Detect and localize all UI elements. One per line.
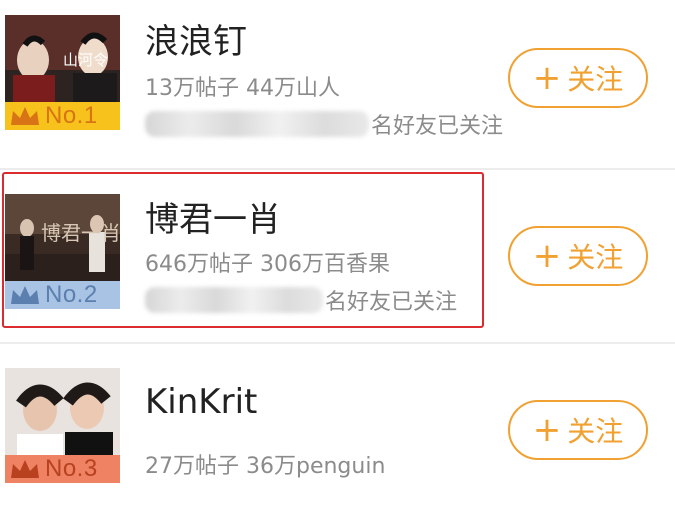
topic-thumbnail[interactable]: 山河令 No.1 bbox=[5, 15, 120, 130]
friends-following-text: 名好友已关注 bbox=[371, 114, 504, 139]
follow-button-label: 关注 bbox=[567, 241, 624, 274]
crown-icon bbox=[11, 286, 39, 304]
topic-title[interactable]: 浪浪钉 bbox=[145, 14, 247, 63]
rank-badge: No.2 bbox=[5, 281, 120, 309]
friends-following: 名好友已关注 bbox=[145, 108, 503, 140]
plus-icon: + bbox=[532, 410, 562, 450]
plus-icon: + bbox=[532, 58, 562, 98]
follow-button[interactable]: + 关注 bbox=[508, 400, 648, 460]
cover-caption: 山河令 bbox=[63, 51, 108, 69]
follow-button[interactable]: + 关注 bbox=[508, 48, 648, 108]
rank-label: No.2 bbox=[45, 281, 98, 308]
blurred-friend-names bbox=[145, 287, 323, 313]
plus-icon: + bbox=[532, 236, 562, 276]
list-item[interactable]: 山河令 No.1 浪浪钉 13万帖子 44万山人 名好友已关注 + 关注 bbox=[0, 0, 675, 168]
cover-caption: 博君一肖 bbox=[41, 221, 120, 245]
topic-thumbnail[interactable]: No.3 bbox=[5, 368, 120, 483]
crown-icon bbox=[11, 107, 39, 125]
friends-following: 名好友已关注 bbox=[145, 284, 457, 316]
list-item[interactable]: 博君一肖 No.2 博君一肖 646万帖子 306万百香果 名好友已关注 + 关… bbox=[0, 170, 675, 342]
crown-icon bbox=[11, 460, 39, 478]
topic-thumbnail[interactable]: 博君一肖 No.2 bbox=[5, 194, 120, 309]
list-item[interactable]: No.3 KinKrit 27万帖子 36万penguin + 关注 bbox=[0, 344, 675, 511]
rank-badge: No.1 bbox=[5, 102, 120, 130]
blurred-friend-names bbox=[145, 111, 369, 137]
rank-badge: No.3 bbox=[5, 455, 120, 483]
friends-following-text: 名好友已关注 bbox=[325, 290, 458, 315]
topic-stats: 13万帖子 44万山人 bbox=[145, 76, 340, 101]
topic-stats: 646万帖子 306万百香果 bbox=[145, 252, 390, 277]
follow-button-label: 关注 bbox=[567, 415, 624, 448]
topic-title[interactable]: KinKrit bbox=[145, 382, 257, 422]
topic-title[interactable]: 博君一肖 bbox=[145, 192, 281, 241]
rank-label: No.3 bbox=[45, 455, 98, 482]
topic-stats: 27万帖子 36万penguin bbox=[145, 454, 386, 479]
follow-button-label: 关注 bbox=[567, 63, 624, 96]
topic-list: 山河令 No.1 浪浪钉 13万帖子 44万山人 名好友已关注 + 关注 博君一… bbox=[0, 0, 675, 511]
follow-button[interactable]: + 关注 bbox=[508, 226, 648, 286]
rank-label: No.1 bbox=[45, 102, 98, 129]
